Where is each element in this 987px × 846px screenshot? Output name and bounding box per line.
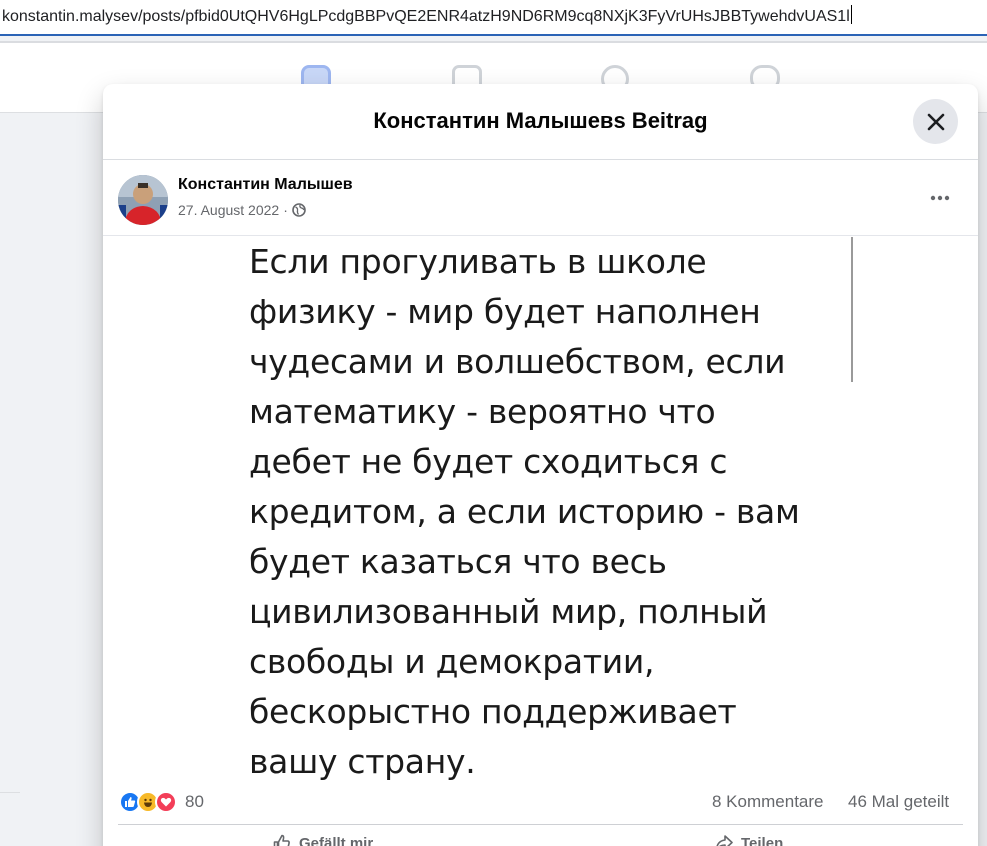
image-text-line: свободы и демократии, — [249, 642, 655, 681]
more-options-icon — [930, 195, 950, 201]
dialog-title: Константин Малышевs Beitrag — [373, 108, 708, 133]
image-text-line: дебет не будет сходиться с — [249, 442, 728, 481]
meta-separator: · — [283, 202, 288, 218]
post-stats: 80 8 Kommentare 46 Mal geteilt — [103, 782, 978, 824]
image-text-line: Если прогуливать в школе — [249, 242, 707, 281]
image-text-line: цивилизованный мир, полный — [249, 592, 768, 631]
image-edge-line — [851, 237, 853, 382]
like-button[interactable]: Gefällt mir — [273, 834, 373, 846]
url-text[interactable]: konstantin.malysev/posts/pfbid0UtQHV6HgL… — [2, 5, 852, 26]
image-text-line: математику - вероятно что — [249, 392, 716, 431]
image-text-line: физику - мир будет наполнен — [249, 292, 761, 331]
share-button[interactable]: Teilen — [715, 834, 783, 846]
post-date[interactable]: 27. August 2022 — [178, 202, 279, 218]
author-name[interactable]: Константин Малышев — [178, 176, 353, 194]
image-text-line: чудесами и волшебством, если — [249, 342, 786, 381]
comments-count[interactable]: 8 Kommentare — [712, 792, 824, 812]
more-options-button[interactable] — [923, 184, 957, 212]
love-icon — [155, 791, 177, 813]
post-actions: Gefällt mir Teilen — [103, 825, 978, 846]
image-text-line: вашу страну. — [249, 742, 476, 781]
post-meta: 27. August 2022 · — [178, 202, 306, 218]
close-icon — [927, 113, 944, 130]
share-icon — [716, 835, 733, 846]
share-button-label: Teilen — [741, 834, 784, 846]
like-button-label: Gefällt mir — [299, 834, 374, 846]
background-divider — [0, 792, 20, 793]
post-header: Константин Малышев 27. August 2022 · — [103, 160, 978, 236]
address-bar[interactable]: konstantin.malysev/posts/pfbid0UtQHV6HgL… — [0, 0, 987, 36]
avatar[interactable] — [118, 175, 168, 225]
reaction-count[interactable]: 80 — [185, 792, 204, 812]
post-image[interactable]: Если прогуливать в школе физику - мир бу… — [103, 237, 978, 782]
image-text: Если прогуливать в школе физику - мир бу… — [249, 237, 800, 787]
image-text-line: кредитом, а если историю - вам — [249, 492, 800, 531]
text-caret — [850, 5, 852, 24]
globe-icon — [292, 203, 306, 217]
shares-count[interactable]: 46 Mal geteilt — [848, 792, 949, 812]
post-dialog: Константин Малышевs Beitrag Константин М… — [103, 84, 978, 846]
close-button[interactable] — [913, 99, 958, 144]
dialog-header: Константин Малышевs Beitrag — [103, 84, 978, 160]
reactions-summary[interactable]: 80 — [119, 791, 204, 813]
thumbs-up-icon — [273, 834, 290, 846]
image-text-line: будет казаться что весь — [249, 542, 667, 581]
image-text-line: бескорыстно поддерживает — [249, 692, 737, 731]
